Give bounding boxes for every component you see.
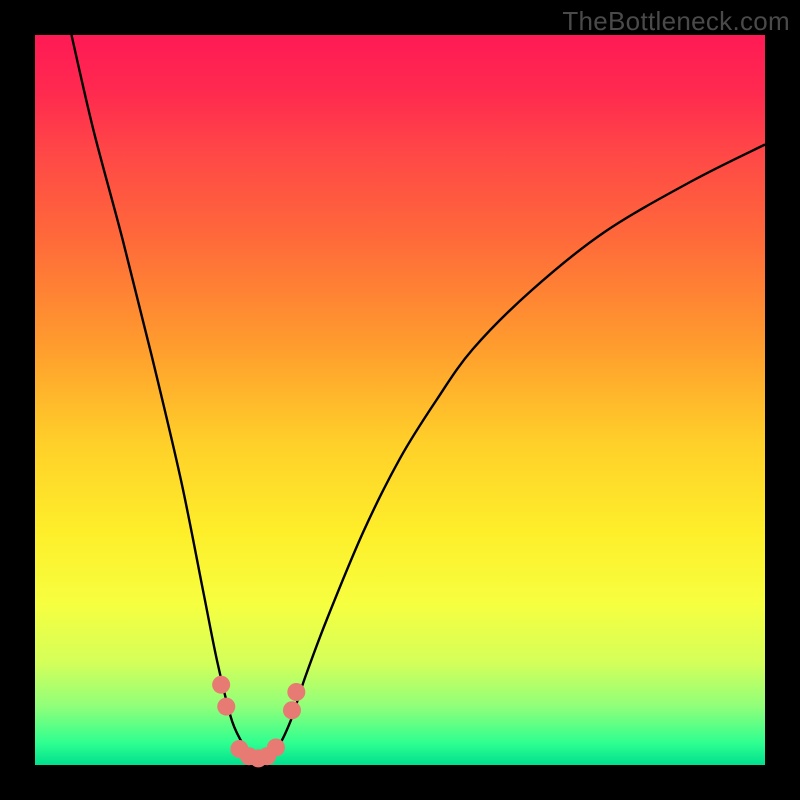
curve-path [72,35,766,763]
marker-dot [267,738,285,756]
marker-dot [287,683,305,701]
plot-area [35,35,765,765]
chart-svg [35,35,765,765]
marker-dot [217,698,235,716]
marker-dot [212,676,230,694]
bottleneck-curve [72,35,766,763]
attribution-text: TheBottleneck.com [562,6,790,37]
marker-dot [283,701,301,719]
chart-frame: TheBottleneck.com [0,0,800,800]
